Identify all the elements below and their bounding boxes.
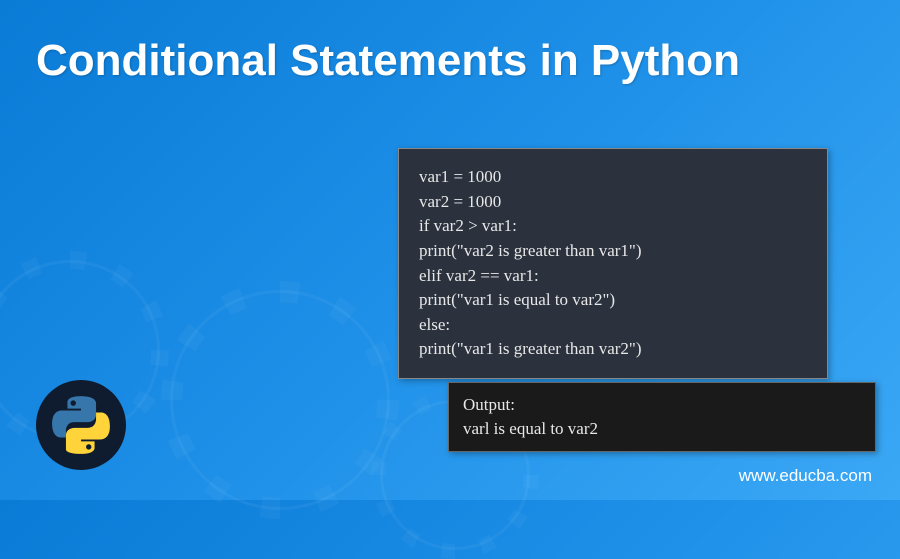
decorative-gear xyxy=(170,290,390,510)
output-label: Output: xyxy=(463,393,861,417)
output-result: varl is equal to var2 xyxy=(463,417,861,441)
code-line: print("var1 is equal to var2") xyxy=(419,288,807,313)
code-block: var1 = 1000 var2 = 1000 if var2 > var1: … xyxy=(398,148,828,379)
code-line: elif var2 == var1: xyxy=(419,264,807,289)
page-title: Conditional Statements in Python xyxy=(36,36,740,87)
code-line: print("var1 is greater than var2") xyxy=(419,337,807,362)
python-logo-icon xyxy=(36,380,126,470)
code-line: var1 = 1000 xyxy=(419,165,807,190)
code-line: else: xyxy=(419,313,807,338)
code-line: var2 = 1000 xyxy=(419,190,807,215)
python-icon xyxy=(51,395,111,455)
footer-url: www.educba.com xyxy=(739,466,872,486)
output-block: Output: varl is equal to var2 xyxy=(448,382,876,452)
code-line: print("var2 is greater than var1") xyxy=(419,239,807,264)
code-line: if var2 > var1: xyxy=(419,214,807,239)
